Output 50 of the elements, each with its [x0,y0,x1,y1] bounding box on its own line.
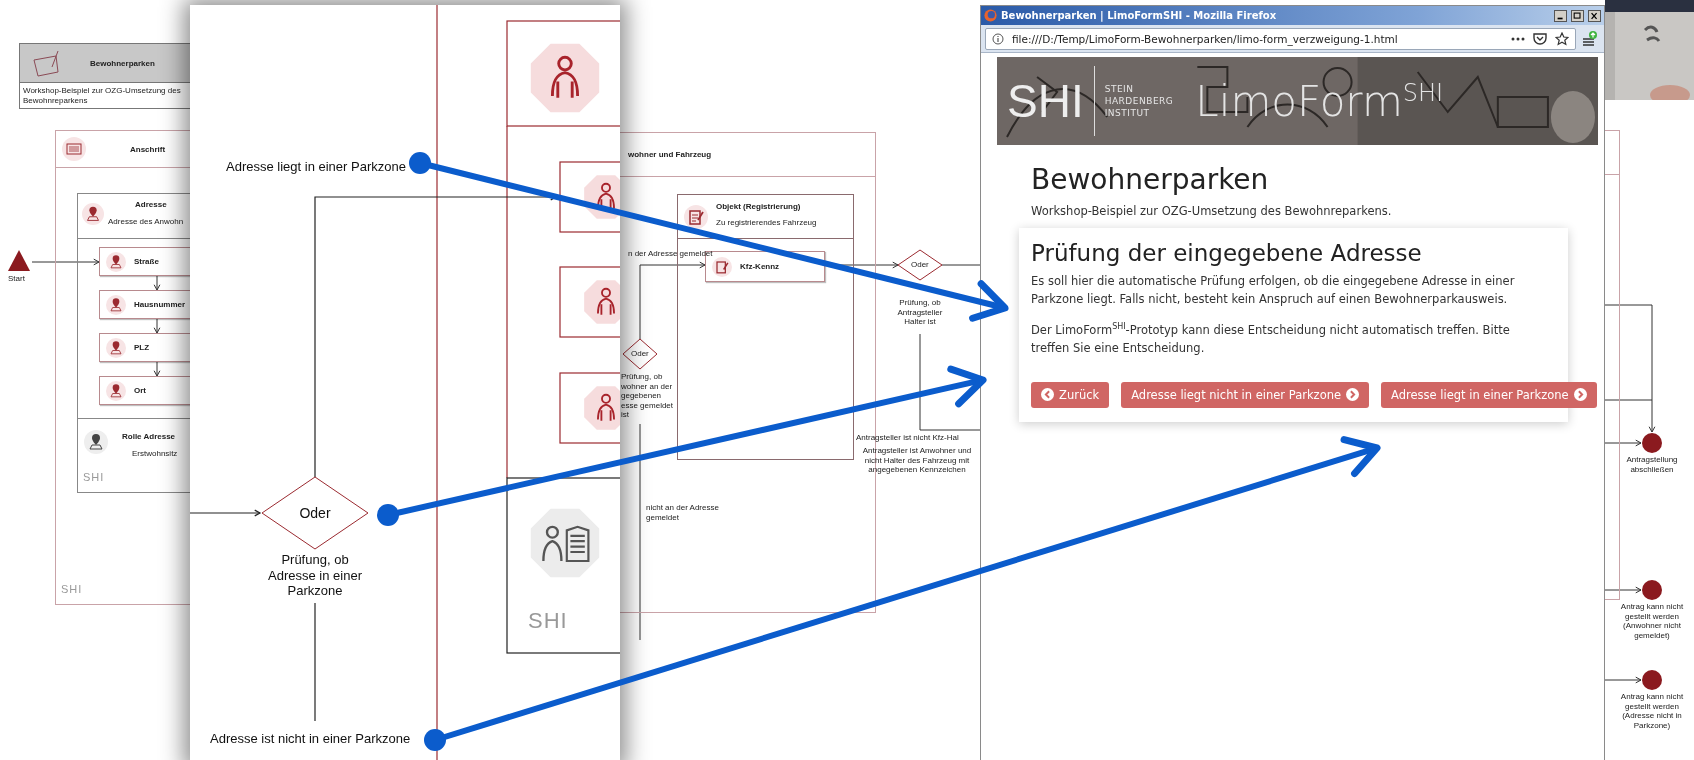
card-paragraph: Der LimoForm$^{SHI}$-Prototyp kann diese Entscheidung nicht automatisch treffen. Bitte treffen Sie eine Entscheidung. [1031,320,1511,358]
edge-label: n der Adresse gemeldet [628,249,713,259]
end-event-label: Antrag kann nicht gestellt werden (Anwohner nicht gemeldet) [1619,602,1685,641]
gateway-caption: Prüfung, ob Antragsteller Halter ist [896,298,944,327]
task-label: PLZ [134,343,150,352]
container-title: Rolle Adresse [122,432,176,442]
container-subtitle: Zu registrierendes Fahrzeug [716,218,817,228]
window-title: Bewohnerparken | LimoFormSHI - Mozilla Firefox [1001,10,1278,21]
product-name: LimoForm$^{SHI}$ [1195,76,1444,126]
institute-name: INSTITUT [1104,108,1151,118]
edge-label: nicht an der Adresse gemeldet [646,503,720,523]
page-title: Bewohnerparken [1031,163,1270,196]
gateway-caption: Prüfung, ob wohner an der gegebenen esse gemeldet ist [621,372,675,420]
container-subtitle: Erstwohnsitz [132,449,178,459]
container-subtitle: Adresse des Anwohn [108,217,184,227]
decision-button[interactable]: Adresse liegt in einer Parkzone [1381,381,1597,408]
start-label: Start [8,274,25,284]
gateway-caption: Prüfung, ob Adresse in einer Parkzone [267,552,363,599]
edge-label: Antragsteller ist Anwohner und nicht Halter des Fahrzeug mit angegebenen Kennzeichen [861,446,973,475]
gateway-label: Oder [911,260,929,270]
url-text: file:///D:/Temp/LimoForm-Bewohnerparken/limo-form_verzweigung-1.html [1012,32,1399,45]
container-title: wohner und Fahrzeug [628,150,712,160]
gateway-label: Oder [298,505,332,522]
branch-label: Adresse ist nicht in einer Parkzone [210,731,411,746]
task-label: Hausnummer [134,300,186,309]
task-label: Ort [134,386,146,395]
branch-label: Adresse liegt in einer Parkzone [226,159,406,174]
logo-text: SHI [83,471,105,483]
end-event-label: Antragstellung abschließen [1625,455,1679,475]
container-title: Anschrift [130,145,166,155]
institute-name: STEIN [1104,84,1135,94]
card-title: Prüfung der eingegebene Adresse [1031,240,1423,266]
banner-logo: SHI [1007,74,1084,128]
container-title: Adresse [135,200,167,210]
logo-text: SHI [528,608,568,634]
decision-button[interactable]: Adresse liegt nicht in einer Parkzone [1121,381,1370,408]
edge-label: Antragsteller ist nicht Kfz-Hal [856,433,959,443]
task-label: Kfz-Kennz [740,262,780,271]
task-label: Straße [134,257,159,266]
institute-name: HARDENBERG [1104,96,1174,106]
address-field[interactable]: file:///D:/Temp/LimoForm-Bewohnerparken/limo-form_verzweigung-1.html [985,27,1576,50]
diagram-title: Bewohnerparken [90,58,155,68]
container-title: Objekt (Registrierung) [716,202,801,212]
logo-text: SHI [61,583,83,595]
back-button[interactable]: Zurück [1031,381,1110,408]
card-paragraph: Es soll hier die automatische Prüfung erfolgen, ob die eingegebene Adresse in einer Parkzone liegt. Falls nicht, besteht kein Anspruch auf einen Bewohnerparkausweis. [1031,273,1516,309]
gateway-label: Oder [631,349,649,359]
diagram-subtitle: Workshop-Beispiel zur OZG-Umsetzung des Bewohnreparkens [22,85,182,107]
end-event-label: Antrag kann nicht gestellt werden (Adresse nicht in Parkzone) [1619,692,1685,731]
page-subtitle: Workshop-Beispiel zur OZG-Umsetzung des Bewohnreparkens. [1031,204,1393,218]
